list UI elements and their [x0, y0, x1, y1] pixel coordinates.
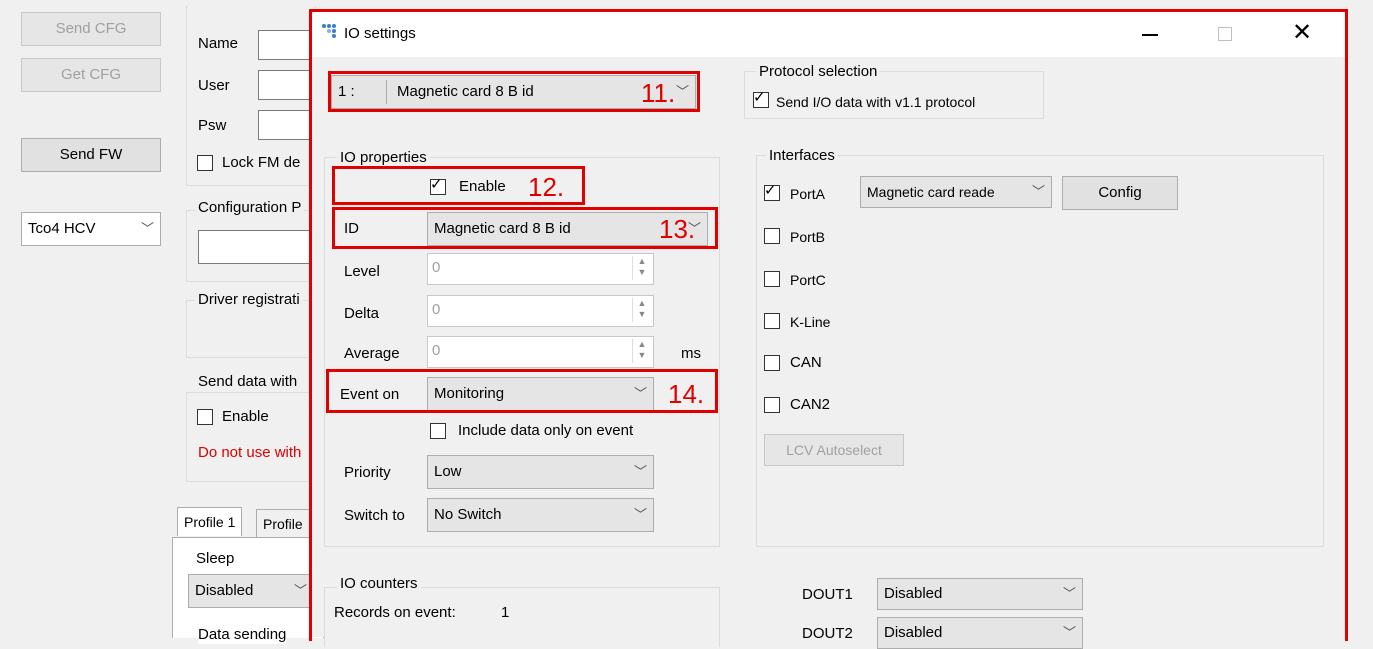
sleep-select-value: Disabled: [195, 582, 254, 599]
get-cfg-button[interactable]: Get CFG: [21, 58, 161, 92]
annotation-number-11: 11.: [641, 78, 676, 108]
configuration-group-title: Configuration P: [195, 199, 305, 217]
data-sending-title: Data sending: [198, 626, 287, 644]
highlight-box-14: [326, 369, 718, 413]
send-data-title: Send data with: [195, 373, 301, 391]
annotation-number-13: 13.: [659, 214, 696, 244]
device-select[interactable]: Tco4 HCV ﹀: [21, 212, 161, 246]
chevron-down-icon: ﹀: [293, 583, 307, 598]
send-data-group: [186, 392, 316, 482]
send-fw-button[interactable]: Send FW: [21, 138, 161, 172]
tab-profile-1[interactable]: Profile 1: [177, 507, 243, 536]
chevron-down-icon: ﹀: [140, 221, 154, 236]
sleep-select[interactable]: Disabled ﹀: [188, 574, 316, 608]
annotation-number-14: 14.: [668, 379, 705, 409]
tab-profile-2[interactable]: Profile: [256, 509, 310, 538]
send-data-enable-checkbox[interactable]: [197, 409, 213, 425]
send-cfg-button[interactable]: Send CFG: [21, 12, 161, 46]
lock-fm-label: Lock FM de: [222, 154, 301, 171]
lock-fm-checkbox[interactable]: [197, 155, 213, 171]
psw-label: Psw: [198, 117, 227, 134]
device-select-value: Tco4 HCV: [28, 220, 96, 237]
annotation-number-12: 12.: [528, 172, 565, 202]
warning-text: Do not use with: [198, 444, 302, 461]
configuration-field[interactable]: [198, 230, 318, 264]
send-data-enable-label: Enable: [222, 408, 269, 425]
name-label: Name: [198, 35, 239, 52]
driver-registration-title: Driver registrati: [195, 291, 303, 309]
user-label: User: [198, 77, 230, 94]
sleep-group-title: Sleep: [193, 550, 238, 568]
